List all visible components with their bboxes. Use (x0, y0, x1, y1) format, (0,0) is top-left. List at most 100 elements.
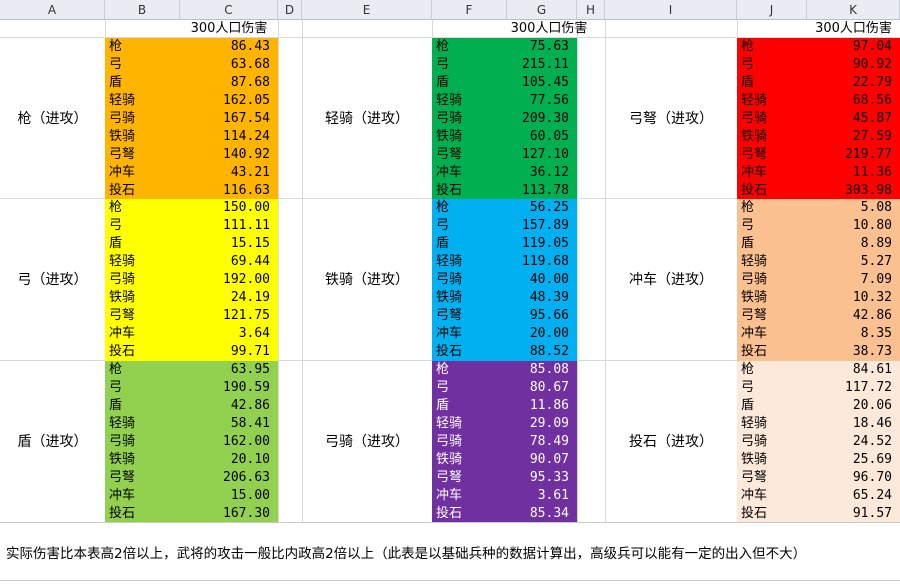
table-row[interactable]: 弓弩 95.33 (432, 469, 577, 487)
table-row[interactable]: 弓弩 96.70 (737, 469, 900, 487)
table-row[interactable]: 轻骑 18.46 (737, 415, 900, 433)
column-header-f[interactable]: F (432, 0, 507, 20)
attacker-label[interactable]: 枪（进攻） (0, 108, 105, 128)
table-row[interactable]: 冲车 20.00 (432, 325, 577, 343)
table-row[interactable]: 铁骑 27.59 (737, 128, 900, 146)
table-row[interactable]: 弓 90.92 (737, 56, 900, 74)
table-row[interactable]: 盾 20.06 (737, 397, 900, 415)
table-row[interactable]: 枪 86.43 (105, 38, 278, 56)
table-row[interactable]: 铁骑 10.32 (737, 289, 900, 307)
table-row[interactable]: 冲车 65.24 (737, 487, 900, 505)
table-row[interactable]: 铁骑 20.10 (105, 451, 278, 469)
table-row[interactable]: 枪 56.25 (432, 199, 577, 217)
table-row[interactable]: 冲车 8.35 (737, 325, 900, 343)
table-row[interactable]: 弓 117.72 (737, 379, 900, 397)
column-header-a[interactable]: A (0, 0, 105, 20)
column-header-d[interactable]: D (278, 0, 302, 20)
table-row[interactable]: 弓弩 121.75 (105, 307, 278, 325)
table-row[interactable]: 冲车 15.00 (105, 487, 278, 505)
table-row[interactable]: 弓骑 40.00 (432, 271, 577, 289)
table-row[interactable]: 弓弩 219.77 (737, 146, 900, 164)
table-row[interactable]: 盾 15.15 (105, 235, 278, 253)
table-row[interactable]: 投石 167.30 (105, 505, 278, 523)
table-row[interactable]: 铁骑 24.19 (105, 289, 278, 307)
table-row[interactable]: 铁骑 114.24 (105, 128, 278, 146)
table-row[interactable]: 弓骑 192.00 (105, 271, 278, 289)
table-row[interactable]: 冲车 36.12 (432, 164, 577, 182)
attacker-label[interactable]: 盾（进攻） (0, 431, 105, 451)
attacker-label[interactable]: 铁骑（进攻） (302, 269, 432, 289)
table-row[interactable]: 弓 215.11 (432, 56, 577, 74)
column-header-j[interactable]: J (737, 0, 807, 20)
table-row[interactable]: 投石 88.52 (432, 343, 577, 361)
table-row[interactable]: 弓 63.68 (105, 56, 278, 74)
table-row[interactable]: 轻骑 5.27 (737, 253, 900, 271)
table-row[interactable]: 枪 150.00 (105, 199, 278, 217)
table-row[interactable]: 盾 119.05 (432, 235, 577, 253)
table-row[interactable]: 弓弩 95.66 (432, 307, 577, 325)
table-row[interactable]: 弓弩 140.92 (105, 146, 278, 164)
table-row[interactable]: 铁骑 90.07 (432, 451, 577, 469)
column-header-h[interactable]: H (577, 0, 605, 20)
column-header-i[interactable]: I (605, 0, 737, 20)
table-row[interactable]: 铁骑 48.39 (432, 289, 577, 307)
column-header-g[interactable]: G (507, 0, 577, 20)
table-row[interactable]: 冲车 3.61 (432, 487, 577, 505)
table-row[interactable]: 弓骑 162.00 (105, 433, 278, 451)
attacker-label[interactable]: 弓（进攻） (0, 269, 105, 289)
table-row[interactable]: 弓骑 7.09 (737, 271, 900, 289)
table-row[interactable]: 弓骑 24.52 (737, 433, 900, 451)
table-row[interactable]: 轻骑 162.05 (105, 92, 278, 110)
table-row[interactable]: 弓 111.11 (105, 217, 278, 235)
table-row[interactable]: 弓弩 127.10 (432, 146, 577, 164)
column-header-c[interactable]: C (180, 0, 278, 20)
table-row[interactable]: 枪 63.95 (105, 361, 278, 379)
column-header-k[interactable]: K (807, 0, 900, 20)
table-row[interactable]: 盾 105.45 (432, 74, 577, 92)
column-header-e[interactable]: E (302, 0, 432, 20)
table-row[interactable]: 投石 99.71 (105, 343, 278, 361)
table-row[interactable]: 枪 97.04 (737, 38, 900, 56)
column-header-b[interactable]: B (105, 0, 180, 20)
table-row[interactable]: 投石 38.73 (737, 343, 900, 361)
table-row[interactable]: 投石 116.63 (105, 182, 278, 200)
table-row[interactable]: 弓 10.80 (737, 217, 900, 235)
footnote[interactable]: 实际伤害比本表高2倍以上，武将的攻击一般比内政高2倍以上（此表是以基础兵种的数据… (6, 542, 806, 562)
table-row[interactable]: 弓骑 167.54 (105, 110, 278, 128)
table-row[interactable]: 盾 8.89 (737, 235, 900, 253)
table-row[interactable]: 枪 5.08 (737, 199, 900, 217)
table-row[interactable]: 投石 303.98 (737, 182, 900, 200)
table-row[interactable]: 轻骑 69.44 (105, 253, 278, 271)
table-row[interactable]: 投石 113.78 (432, 182, 577, 200)
table-row[interactable]: 枪 75.63 (432, 38, 577, 56)
attacker-label[interactable]: 冲车（进攻） (605, 269, 737, 289)
table-row[interactable]: 冲车 3.64 (105, 325, 278, 343)
table-row[interactable]: 铁骑 25.69 (737, 451, 900, 469)
table-row[interactable]: 弓 80.67 (432, 379, 577, 397)
table-row[interactable]: 投石 91.57 (737, 505, 900, 523)
attacker-label[interactable]: 轻骑（进攻） (302, 108, 432, 128)
attacker-label[interactable]: 弓骑（进攻） (302, 431, 432, 451)
table-row[interactable]: 盾 87.68 (105, 74, 278, 92)
table-row[interactable]: 弓 190.59 (105, 379, 278, 397)
table-row[interactable]: 轻骑 58.41 (105, 415, 278, 433)
table-row[interactable]: 弓骑 78.49 (432, 433, 577, 451)
table-row[interactable]: 枪 84.61 (737, 361, 900, 379)
table-row[interactable]: 轻骑 77.56 (432, 92, 577, 110)
table-row[interactable]: 冲车 11.36 (737, 164, 900, 182)
table-row[interactable]: 弓 157.89 (432, 217, 577, 235)
table-row[interactable]: 铁骑 60.05 (432, 128, 577, 146)
table-row[interactable]: 弓骑 45.87 (737, 110, 900, 128)
table-row[interactable]: 弓弩 42.86 (737, 307, 900, 325)
table-row[interactable]: 盾 22.79 (737, 74, 900, 92)
table-row[interactable]: 轻骑 29.09 (432, 415, 577, 433)
table-row[interactable]: 盾 11.86 (432, 397, 577, 415)
table-row[interactable]: 投石 85.34 (432, 505, 577, 523)
table-row[interactable]: 盾 42.86 (105, 397, 278, 415)
attacker-label[interactable]: 投石（进攻） (605, 431, 737, 451)
table-row[interactable]: 轻骑 119.68 (432, 253, 577, 271)
table-row[interactable]: 弓弩 206.63 (105, 469, 278, 487)
table-row[interactable]: 枪 85.08 (432, 361, 577, 379)
table-row[interactable]: 冲车 43.21 (105, 164, 278, 182)
attacker-label[interactable]: 弓弩（进攻） (605, 108, 737, 128)
